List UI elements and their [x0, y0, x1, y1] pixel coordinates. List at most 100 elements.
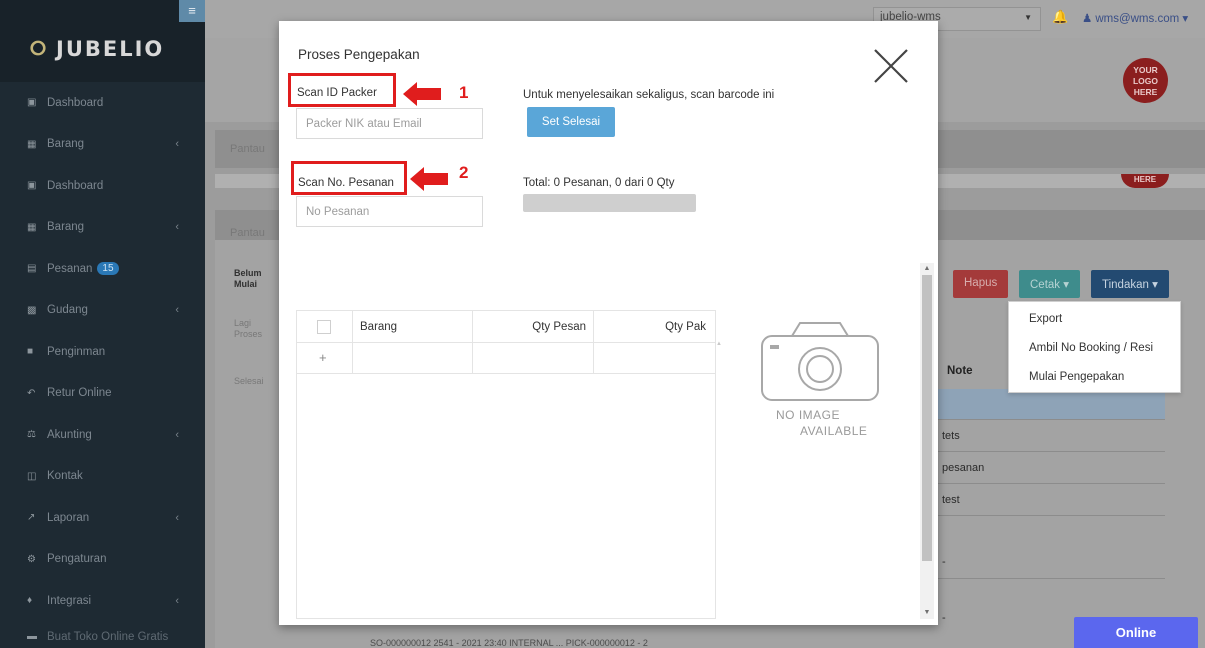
sidebar-item-laporan[interactable]: ↗ Laporan ‹	[0, 497, 205, 539]
sidebar-item-pengiriman[interactable]: ■ Penginman	[0, 331, 205, 373]
company-logo-partial: HERE	[1121, 174, 1169, 188]
sidebar-item-label: Kontak	[47, 470, 83, 483]
row-divider	[937, 451, 1165, 452]
bell-icon[interactable]: 🔔	[1052, 9, 1068, 25]
sidebar-item-label: Pesanan	[47, 262, 93, 275]
sidebar-item-label: Dashboard	[47, 179, 104, 192]
grid-scroll-arrow-icon: ▲	[716, 341, 722, 347]
sidebar-item-label: Barang	[47, 138, 85, 151]
sidebar: ⭘ JUBELIO ≡ ▣ Dashboard ▦ Barang ‹ ▣ Dashboa…	[0, 0, 205, 648]
sidebar-item-label: Dashboard	[47, 96, 104, 109]
action-button[interactable]: Tindakan ▾	[1091, 270, 1169, 298]
order-number-input[interactable]	[296, 196, 483, 227]
chevron-left-icon: ‹	[175, 511, 179, 524]
scroll-thumb[interactable]	[922, 275, 932, 561]
reply-icon: ↶	[27, 387, 36, 399]
cubes-icon: ▦	[27, 138, 37, 150]
select-all-checkbox[interactable]	[317, 320, 331, 334]
brand-header: ⭘ JUBELIO ≡	[0, 0, 205, 82]
sidebar-item-label: Pengaturan	[47, 553, 107, 566]
tab-selesai[interactable]: Selesai	[234, 376, 264, 387]
sidebar-item-label: Barang	[47, 221, 85, 234]
user-menu[interactable]: ♟ wms@wms.com ▾	[1082, 11, 1188, 25]
row-divider	[937, 515, 1165, 516]
sidebar-item-label: Gudang	[47, 304, 88, 317]
action-button-label: Tindakan	[1102, 279, 1149, 291]
modal-scrollbar[interactable]: ▲ ▼	[920, 263, 934, 619]
tab-belum-mulai[interactable]: Belum Mulai	[234, 268, 274, 290]
sidebar-item-label: Akunting	[47, 428, 92, 441]
note-cell: test	[942, 494, 960, 506]
annotation-arrow-icon	[410, 167, 448, 191]
sidebar-item-pengaturan[interactable]: ⚙ Pengaturan	[0, 539, 205, 581]
row-divider	[937, 419, 1165, 420]
delete-button[interactable]: Hapus	[953, 270, 1009, 298]
print-button-label: Cetak	[1030, 279, 1061, 291]
chevron-left-icon: ‹	[175, 304, 179, 317]
select-all-cell	[297, 311, 353, 343]
grid-cell[interactable]	[353, 343, 473, 374]
camera-icon	[761, 322, 879, 401]
annotation-number: 2	[459, 163, 469, 182]
available-line: AVAILABLE	[800, 424, 868, 438]
note-cell: -	[942, 612, 946, 624]
company-logo: YOUR LOGO HERE	[1123, 58, 1168, 103]
chart-icon: ▣	[27, 180, 37, 192]
row-divider	[937, 483, 1165, 484]
chart-icon: ▣	[27, 97, 37, 109]
add-row-cell: +	[297, 343, 353, 374]
contact-card-icon: ◫	[27, 470, 37, 482]
line-chart-icon: ↗	[27, 512, 36, 524]
sidebar-item-pesanan[interactable]: ▤ Pesanan 15	[0, 248, 205, 290]
sidebar-item-integrasi[interactable]: ♦ Integrasi ‹	[0, 580, 205, 622]
print-button[interactable]: Cetak ▾	[1019, 270, 1081, 298]
scroll-up-icon[interactable]: ▲	[920, 263, 934, 275]
sidebar-nav: ▣ Dashboard ▦ Barang ‹ ▣ Dashboard ▦ Barang ‹ …	[0, 82, 205, 648]
menu-item-export[interactable]: Export	[1009, 307, 1180, 336]
sidebar-item-label: Penginman	[47, 345, 106, 358]
scroll-down-icon[interactable]: ▼	[920, 607, 934, 619]
caret-down-icon: ▼	[1024, 13, 1032, 22]
cart-icon: ▤	[27, 263, 37, 275]
scan-order-label: Scan No. Pesanan	[298, 177, 394, 189]
order-count-badge: 15	[97, 262, 119, 276]
sidebar-item-barang[interactable]: ▦ Barang ‹	[0, 124, 205, 166]
puzzle-icon: ♦	[27, 595, 33, 607]
sidebar-item-label: Buat Toko Online Gratis	[47, 630, 169, 643]
plus-icon[interactable]: +	[319, 350, 327, 365]
chevron-left-icon: ‹	[175, 428, 179, 441]
grid-cell[interactable]	[594, 343, 716, 374]
modal-title: Proses Pengepakan	[298, 47, 420, 62]
sidebar-item-dashboard[interactable]: ▣ Dashboard	[0, 82, 205, 124]
caret-down-icon: ▾	[1182, 13, 1189, 25]
packing-progress-bar	[523, 194, 696, 212]
breadcrumb: Pantau	[230, 227, 265, 239]
chevron-left-icon: ‹	[175, 138, 179, 151]
logo-line: HERE	[1133, 87, 1158, 97]
cogs-icon: ⚙	[27, 553, 36, 565]
sidebar-item-barang[interactable]: ▦ Barang ‹	[0, 207, 205, 249]
sidebar-item-label: Integrasi	[47, 594, 92, 607]
sidebar-item-akunting[interactable]: ⚖ Akunting ‹	[0, 414, 205, 456]
sidebar-item-retur-online[interactable]: ↶ Retur Online	[0, 373, 205, 415]
sidebar-item-kontak[interactable]: ◫ Kontak	[0, 456, 205, 498]
logo-line: LOGO	[1132, 76, 1159, 86]
online-chat-button[interactable]: Online	[1074, 617, 1198, 648]
sidebar-item-buat-toko[interactable]: ▬ Buat Toko Online Gratis	[0, 622, 205, 648]
tab-lagi-proses[interactable]: Lagi Proses	[234, 318, 274, 340]
set-selesai-button[interactable]: Set Selesai	[527, 107, 615, 137]
items-grid: Barang Qty Pesan Qty Pak +	[296, 310, 716, 619]
jubelio-logo-icon: ⭘	[30, 36, 46, 60]
column-barang: Barang	[353, 311, 473, 343]
close-icon[interactable]	[872, 47, 910, 85]
column-qty-pesan: Qty Pesan	[473, 311, 594, 343]
grid-cell[interactable]	[473, 343, 594, 374]
menu-item-ambil-no-booking[interactable]: Ambil No Booking / Resi	[1009, 336, 1180, 365]
menu-item-mulai-pengepakan[interactable]: Mulai Pengepakan	[1009, 365, 1180, 394]
menu-icon[interactable]: ≡	[179, 0, 205, 22]
sidebar-item-dashboard[interactable]: ▣ Dashboard	[0, 165, 205, 207]
total-summary: Total: 0 Pesanan, 0 dari 0 Qty	[523, 177, 675, 189]
note-column-header: Note	[947, 365, 973, 377]
sidebar-item-gudang[interactable]: ▩ Gudang ‹	[0, 290, 205, 332]
packer-id-input[interactable]	[296, 108, 483, 139]
